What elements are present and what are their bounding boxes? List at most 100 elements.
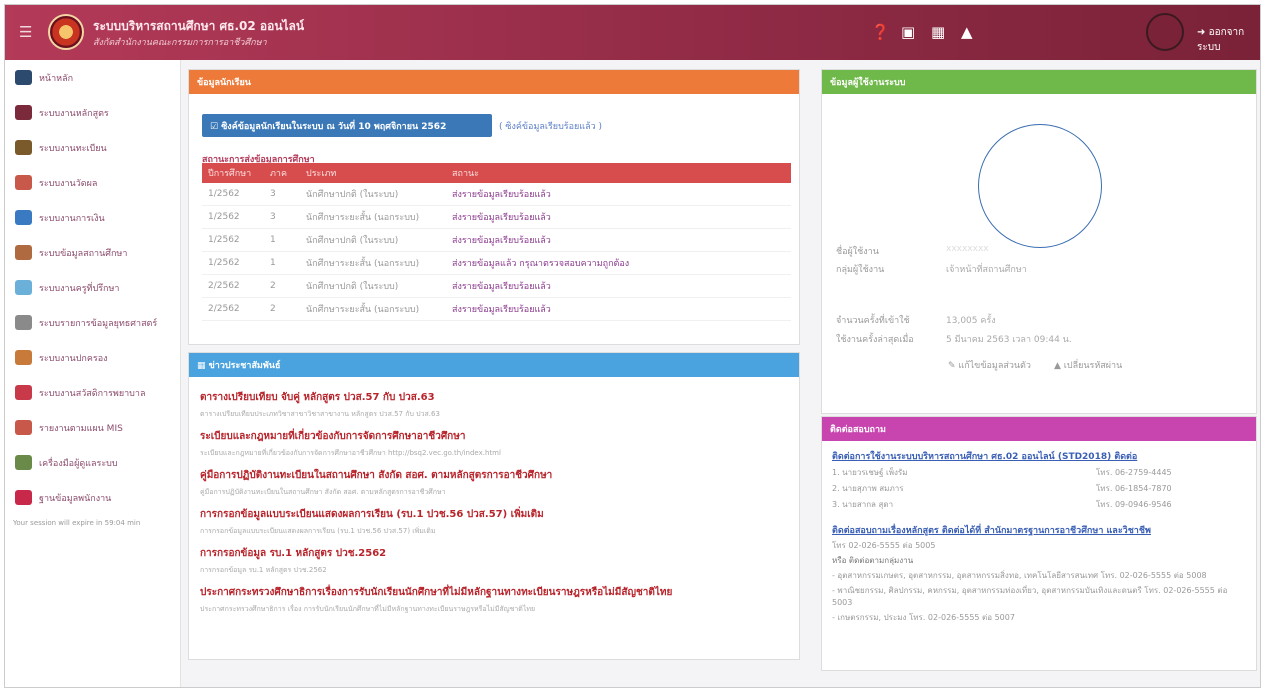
term-cell: 2	[264, 297, 300, 321]
news-item-desc: ตารางเปรียบเทียบประเภทวิชาสาขาวิชาสาขางา…	[200, 410, 440, 418]
avatar[interactable]	[1146, 13, 1184, 51]
change-password-link[interactable]: ▲ เปลี่ยนรหัสผ่าน	[1054, 358, 1122, 372]
edit-profile-label: แก้ไขข้อมูลส่วนตัว	[958, 361, 1031, 371]
news-item-title[interactable]: การกรอกข้อมูล รบ.1 หลักสูตร ปวช.2562	[200, 546, 788, 561]
sidebar-item[interactable]: ระบบงานการเงิน	[5, 200, 180, 235]
app-subtitle: สังกัดสำนักงานคณะกรรมการการอาชีวศึกษา	[93, 38, 267, 48]
news-item-title[interactable]: ระเบียบและกฎหมายที่เกี่ยวข้องกับการจัดกา…	[200, 429, 788, 444]
sidebar-item[interactable]: เครื่องมือผู้ดูแลระบบ	[5, 445, 180, 480]
sidebar-item[interactable]: รายงานตามแผน MIS	[5, 410, 180, 445]
type-cell: นักศึกษาระยะสั้น (นอกระบบ)	[300, 297, 446, 321]
sidebar-item-icon	[15, 245, 32, 260]
news-item-desc: การกรอกข้อมูล รบ.1 หลักสูตร ปวช.2562	[200, 566, 327, 574]
sidebar-item[interactable]: ระบบข้อมูลสถานศึกษา	[5, 235, 180, 270]
status-cell[interactable]: ส่งรายข้อมูลเรียบร้อยแล้ว	[446, 297, 791, 321]
help-icon[interactable]: ❓	[871, 23, 890, 41]
news-item-title[interactable]: คู่มือการปฏิบัติงานทะเบียนในสถานศึกษา สั…	[200, 468, 788, 483]
col-header: ปีการศึกษา	[202, 163, 264, 183]
or-label: หรือ ติดต่อตามกลุ่มงาน	[832, 556, 914, 565]
sidebar-item-label: เครื่องมือผู้ดูแลระบบ	[39, 458, 118, 469]
sidebar-item-icon	[15, 140, 32, 155]
table-header-row: ปีการศึกษา ภาค ประเภท สถานะ	[202, 163, 791, 183]
table-row: 1/2562 3 นักศึกษาปกติ (ในระบบ) ส่งรายข้อมูล…	[202, 183, 791, 206]
menu-toggle-icon[interactable]: ☰	[19, 23, 32, 41]
contact-phone: โทร. 06-2759-4445	[1096, 468, 1172, 477]
calendar-icon[interactable]: ▦	[931, 23, 945, 41]
contact-row: 3. นายสากล สุดา โทร. 09-0946-9546	[832, 498, 1246, 511]
type-cell: นักศึกษาปกติ (ในระบบ)	[300, 228, 446, 252]
term-cell: 2	[264, 274, 300, 298]
profile-panel: ข้อมูลผู้ใช้งานระบบ ชื่อผู้ใช้งาน xxxxxx…	[821, 69, 1257, 414]
contact-name: 2. นายสุภาพ สมภาร	[832, 484, 904, 493]
curriculum-contact-link[interactable]: ติดต่อสอบถามเรื่องหลักสูตร ติดต่อได้ที่ …	[832, 523, 1246, 537]
table-row: 1/2562 1 นักศึกษาปกติ (ในระบบ) ส่งรายข้อมูล…	[202, 228, 791, 252]
sidebar-item-label: ระบบงานครูที่ปรึกษา	[39, 283, 120, 294]
sidebar-item[interactable]: ระบบงานสวัสดิการพยาบาล	[5, 375, 180, 410]
news-title-label: ข่าวประชาสัมพันธ์	[208, 361, 281, 371]
group-label: กลุ่มผู้ใช้งาน	[836, 265, 885, 275]
sidebar-item[interactable]: ระบบรายการข้อมูลยุทธศาสตร์	[5, 305, 180, 340]
last-login-value: 5 มีนาคม 2563 เวลา 09:44 น.	[946, 335, 1072, 345]
status-cell[interactable]: ส่งรายข้อมูลเรียบร้อยแล้ว	[446, 183, 791, 206]
sidebar-item[interactable]: ฐานข้อมูลพนักงาน	[5, 480, 180, 515]
term-cell: 3	[264, 205, 300, 229]
news-item: ตารางเปรียบเทียบ จับคู่ หลักสูตร ปวส.57 …	[189, 390, 799, 420]
news-item-desc: ประกาศกระทรวงศึกษาธิการ เรื่อง การรับนัก…	[200, 605, 536, 613]
sidebar-item-label: ระบบงานวัดผล	[39, 178, 98, 189]
edit-profile-link[interactable]: ✎ แก้ไขข้อมูลส่วนตัว	[948, 358, 1031, 372]
table-row: 2/2562 2 นักศึกษาระยะสั้น (นอกระบบ) ส่งรายข…	[202, 297, 791, 321]
sidebar-item-icon	[15, 490, 32, 505]
main-phone: โทร 02-026-5555 ต่อ 5005	[832, 541, 936, 550]
sidebar-item[interactable]: ระบบงานครูที่ปรึกษา	[5, 270, 180, 305]
sidebar-item-icon	[15, 105, 32, 120]
system-contact-link[interactable]: ติดต่อการใช้งานระบบบริหารสถานศึกษา ศธ.02…	[832, 449, 1246, 463]
term-cell: 3	[264, 183, 300, 206]
profile-avatar	[978, 124, 1102, 248]
contact-name: 3. นายสากล สุดา	[832, 500, 894, 509]
sidebar-item[interactable]: ระบบงานวัดผล	[5, 165, 180, 200]
news-item: ประกาศกระทรวงศึกษาธิการเรื่องการรับนักเร…	[189, 585, 799, 615]
sidebar-item-label: รายงานตามแผน MIS	[39, 423, 123, 434]
news-item-title[interactable]: ตารางเปรียบเทียบ จับคู่ หลักสูตร ปวส.57 …	[200, 390, 788, 405]
sync-status-link[interactable]: ( ซิงค์ข้อมูลเรียบร้อยแล้ว )	[499, 119, 602, 133]
book-icon[interactable]: ▣	[901, 23, 915, 41]
logout-button[interactable]: ➜ ออกจากระบบ	[1197, 25, 1260, 55]
username-label: ชื่อผู้ใช้งาน	[836, 247, 879, 257]
status-cell[interactable]: ส่งรายข้อมูลเรียบร้อยแล้ว	[446, 205, 791, 229]
sidebar-item-icon	[15, 315, 32, 330]
contact-group: - พาณิชยกรรม, ศิลปกรรม, คหกรรม, อุตสาหกร…	[832, 586, 1228, 607]
sync-button[interactable]: ☑ ซิงค์ข้อมูลนักเรียนในระบบ ณ วันที่ 10 …	[202, 114, 492, 137]
table-row: 1/2562 1 นักศึกษาระยะสั้น (นอกระบบ) ส่งรายข…	[202, 251, 791, 275]
status-cell[interactable]: ส่งรายข้อมูลแล้ว กรุณาตรวจสอบความถูกต้อง	[446, 251, 791, 275]
logo	[48, 14, 84, 50]
sidebar-item-label: ระบบข้อมูลสถานศึกษา	[39, 248, 128, 259]
status-table: ปีการศึกษา ภาค ประเภท สถานะ 1/2562 3 นักศึ…	[202, 163, 791, 321]
col-header: สถานะ	[446, 163, 791, 183]
sidebar-item[interactable]: ระบบงานทะเบียน	[5, 130, 180, 165]
bell-icon[interactable]: ▲	[961, 23, 973, 41]
news-item-title[interactable]: ประกาศกระทรวงศึกษาธิการเรื่องการรับนักเร…	[200, 585, 788, 600]
news-item-title[interactable]: การกรอกข้อมูลแบบระเบียนแสดงผลการเรียน (ร…	[200, 507, 788, 522]
status-cell[interactable]: ส่งรายข้อมูลเรียบร้อยแล้ว	[446, 228, 791, 252]
contact-row: 2. นายสุภาพ สมภาร โทร. 06-1854-7870	[832, 482, 1246, 495]
change-password-label: เปลี่ยนรหัสผ่าน	[1063, 361, 1123, 371]
term-cell: 1	[264, 228, 300, 252]
contact-name: 1. นายวรเชษฐ์ เพ็งรัม	[832, 468, 908, 477]
last-login-label: ใช้งานครั้งล่าสุดเมื่อ	[836, 335, 914, 345]
contact-phone: โทร. 06-1854-7870	[1096, 484, 1172, 493]
news-item: คู่มือการปฏิบัติงานทะเบียนในสถานศึกษา สั…	[189, 468, 799, 498]
news-item: การกรอกข้อมูล รบ.1 หลักสูตร ปวช.2562 การก…	[189, 546, 799, 576]
sidebar-item-icon	[15, 420, 32, 435]
news-item-desc: ระเบียบและกฎหมายที่เกี่ยวข้องกับการจัดกา…	[200, 449, 501, 457]
year-cell: 1/2562	[202, 228, 264, 252]
sidebar-item[interactable]: ระบบงานปกครอง	[5, 340, 180, 375]
group-value: เจ้าหน้าที่สถานศึกษา	[946, 265, 1027, 275]
status-cell[interactable]: ส่งรายข้อมูลเรียบร้อยแล้ว	[446, 274, 791, 298]
panel-title: ▦ ข่าวประชาสัมพันธ์	[189, 353, 799, 377]
sidebar-item[interactable]: หน้าหลัก	[5, 60, 180, 95]
login-count-label: จำนวนครั้งที่เข้าใช้	[836, 316, 910, 326]
news-item: ระเบียบและกฎหมายที่เกี่ยวข้องกับการจัดกา…	[189, 429, 799, 459]
sidebar-item-label: ฐานข้อมูลพนักงาน	[39, 493, 112, 504]
type-cell: นักศึกษาระยะสั้น (นอกระบบ)	[300, 251, 446, 275]
sidebar-item[interactable]: ระบบงานหลักสูตร	[5, 95, 180, 130]
